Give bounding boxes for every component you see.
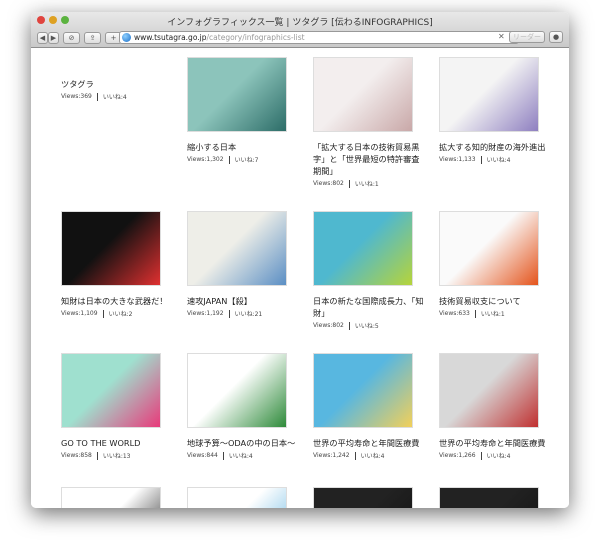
back-button[interactable]: ◀ — [37, 31, 48, 44]
divider — [474, 309, 476, 318]
likes-count: いいね:2 — [108, 311, 133, 318]
divider — [222, 451, 224, 460]
divider — [102, 309, 104, 318]
views-count: Views:1,192 — [187, 310, 224, 317]
list-item[interactable]: 世界の平均寿命と年間医療費 Views:1,266 いいね:4 — [439, 353, 551, 460]
thumbnail-image[interactable] — [439, 211, 539, 286]
thumbnail-image[interactable] — [313, 57, 413, 132]
item-title[interactable]: 世界の平均寿命と年間医療費 — [313, 437, 425, 449]
likes-count: いいね:7 — [234, 157, 259, 164]
views-count: Views:858 — [61, 452, 92, 459]
views-count: Views:1,266 — [439, 452, 476, 459]
list-item[interactable]: 速攻JAPAN【殺】 Views:1,192 いいね:21 — [187, 211, 299, 318]
list-item[interactable] — [61, 487, 173, 508]
thumbnail-image[interactable] — [439, 487, 539, 508]
thumbnail-image[interactable] — [187, 57, 287, 132]
views-count: Views:1,109 — [61, 310, 98, 317]
likes-count: いいね:5 — [354, 323, 379, 330]
views-count: Views:369 — [61, 93, 92, 100]
item-title[interactable]: 拡大する知的財産の海外進出 — [439, 141, 551, 153]
thumbnail-image[interactable] — [439, 353, 539, 428]
likes-count: いいね:4 — [486, 157, 511, 164]
list-item[interactable]: 地球予算〜ODAの中の日本〜 Views:844 いいね:4 — [187, 353, 299, 460]
views-count: Views:1,242 — [313, 452, 350, 459]
item-title[interactable]: 速攻JAPAN【殺】 — [187, 295, 299, 307]
window-title: インフォグラフィックス一覧 | ツタグラ [伝わるINFOGRAPHICS] — [167, 18, 433, 28]
likes-count: いいね:1 — [354, 181, 379, 188]
divider — [96, 451, 98, 460]
likes-count: いいね:21 — [234, 311, 263, 318]
likes-count: いいね:1 — [480, 311, 505, 318]
list-item[interactable] — [439, 487, 551, 508]
divider — [348, 179, 350, 188]
thumbnail-image[interactable] — [61, 353, 161, 428]
divider — [348, 321, 350, 330]
views-count: Views:802 — [313, 322, 344, 329]
item-title[interactable]: GO TO THE WORLD — [61, 437, 173, 449]
downloads-icon[interactable]: ● — [549, 31, 563, 43]
list-item[interactable]: ツタグラ Views:369 いいね:4 — [61, 57, 173, 101]
divider — [96, 92, 98, 101]
divider — [354, 451, 356, 460]
clear-url-icon[interactable]: ✕ — [498, 32, 505, 41]
thumbnail-image[interactable] — [313, 211, 413, 286]
thumbnail-image[interactable] — [187, 487, 287, 508]
list-item[interactable]: 日本の新たな国際成長力、「知財」 Views:802 いいね:5 — [313, 211, 425, 330]
divider — [228, 155, 230, 164]
browser-window: インフォグラフィックス一覧 | ツタグラ [伝わるINFOGRAPHICS] ◀… — [31, 12, 569, 508]
list-item[interactable] — [313, 487, 425, 508]
url-path: /category/infographics-list — [206, 33, 305, 42]
item-title[interactable]: 日本の新たな国際成長力、「知財」 — [313, 295, 425, 319]
likes-count: いいね:4 — [102, 94, 127, 101]
divider — [480, 451, 482, 460]
address-bar[interactable]: www.tsutagra.go.jp/category/infographics… — [119, 31, 519, 44]
toolbar: インフォグラフィックス一覧 | ツタグラ [伝わるINFOGRAPHICS] ◀… — [31, 12, 569, 48]
item-title[interactable]: 地球予算〜ODAの中の日本〜 — [187, 437, 299, 449]
thumbnail-image[interactable] — [313, 487, 413, 508]
list-item[interactable]: 知財は日本の大きな武器だ！ Views:1,109 いいね:2 — [61, 211, 173, 318]
list-item[interactable]: 「拡大する日本の技術貿易黒字」と「世界最短の特許審査期間」 Views:802 い… — [313, 57, 425, 188]
item-title[interactable]: 知財は日本の大きな武器だ！ — [61, 295, 173, 307]
likes-count: いいね:4 — [360, 453, 385, 460]
item-title[interactable]: ツタグラ — [61, 78, 173, 90]
thumbnail-image[interactable] — [313, 353, 413, 428]
globe-icon — [122, 33, 131, 42]
item-title[interactable]: 縮小する日本 — [187, 141, 299, 153]
url-domain: www.tsutagra.go.jp — [134, 33, 207, 42]
list-item[interactable]: 技術貿易収支について Views:633 いいね:1 — [439, 211, 551, 318]
thumbnail-image[interactable] — [439, 57, 539, 132]
thumbnail-image[interactable] — [187, 211, 287, 286]
thumbnail-image[interactable] — [187, 353, 287, 428]
views-count: Views:802 — [313, 180, 344, 187]
item-title[interactable]: 技術貿易収支について — [439, 295, 551, 307]
item-title[interactable]: 世界の平均寿命と年間医療費 — [439, 437, 551, 449]
likes-count: いいね:4 — [228, 453, 253, 460]
list-item[interactable]: 世界の平均寿命と年間医療費 Views:1,242 いいね:4 — [313, 353, 425, 460]
likes-count: いいね:13 — [102, 453, 131, 460]
views-count: Views:844 — [187, 452, 218, 459]
list-item[interactable] — [187, 487, 299, 508]
thumbnail-image[interactable] — [61, 211, 161, 286]
reader-button[interactable]: リーダー — [509, 31, 545, 43]
divider — [480, 155, 482, 164]
thumbnail-image[interactable] — [61, 487, 161, 508]
infographics-grid: ツタグラ Views:369 いいね:4 縮小する日本 Views:1,302 いいね… — [31, 48, 569, 508]
list-item[interactable]: 縮小する日本 Views:1,302 いいね:7 — [187, 57, 299, 164]
views-count: Views:1,302 — [187, 156, 224, 163]
forward-button[interactable]: ▶ — [48, 31, 59, 44]
item-title[interactable]: 「拡大する日本の技術貿易黒字」と「世界最短の特許審査期間」 — [313, 141, 425, 177]
history-icon[interactable]: ⊘ — [63, 31, 80, 44]
views-count: Views:633 — [439, 310, 470, 317]
views-count: Views:1,133 — [439, 156, 476, 163]
list-item[interactable]: 拡大する知的財産の海外進出 Views:1,133 いいね:4 — [439, 57, 551, 164]
list-item[interactable]: GO TO THE WORLD Views:858 いいね:13 — [61, 353, 173, 460]
divider — [228, 309, 230, 318]
likes-count: いいね:4 — [486, 453, 511, 460]
share-icon[interactable]: ⇪ — [84, 31, 101, 44]
